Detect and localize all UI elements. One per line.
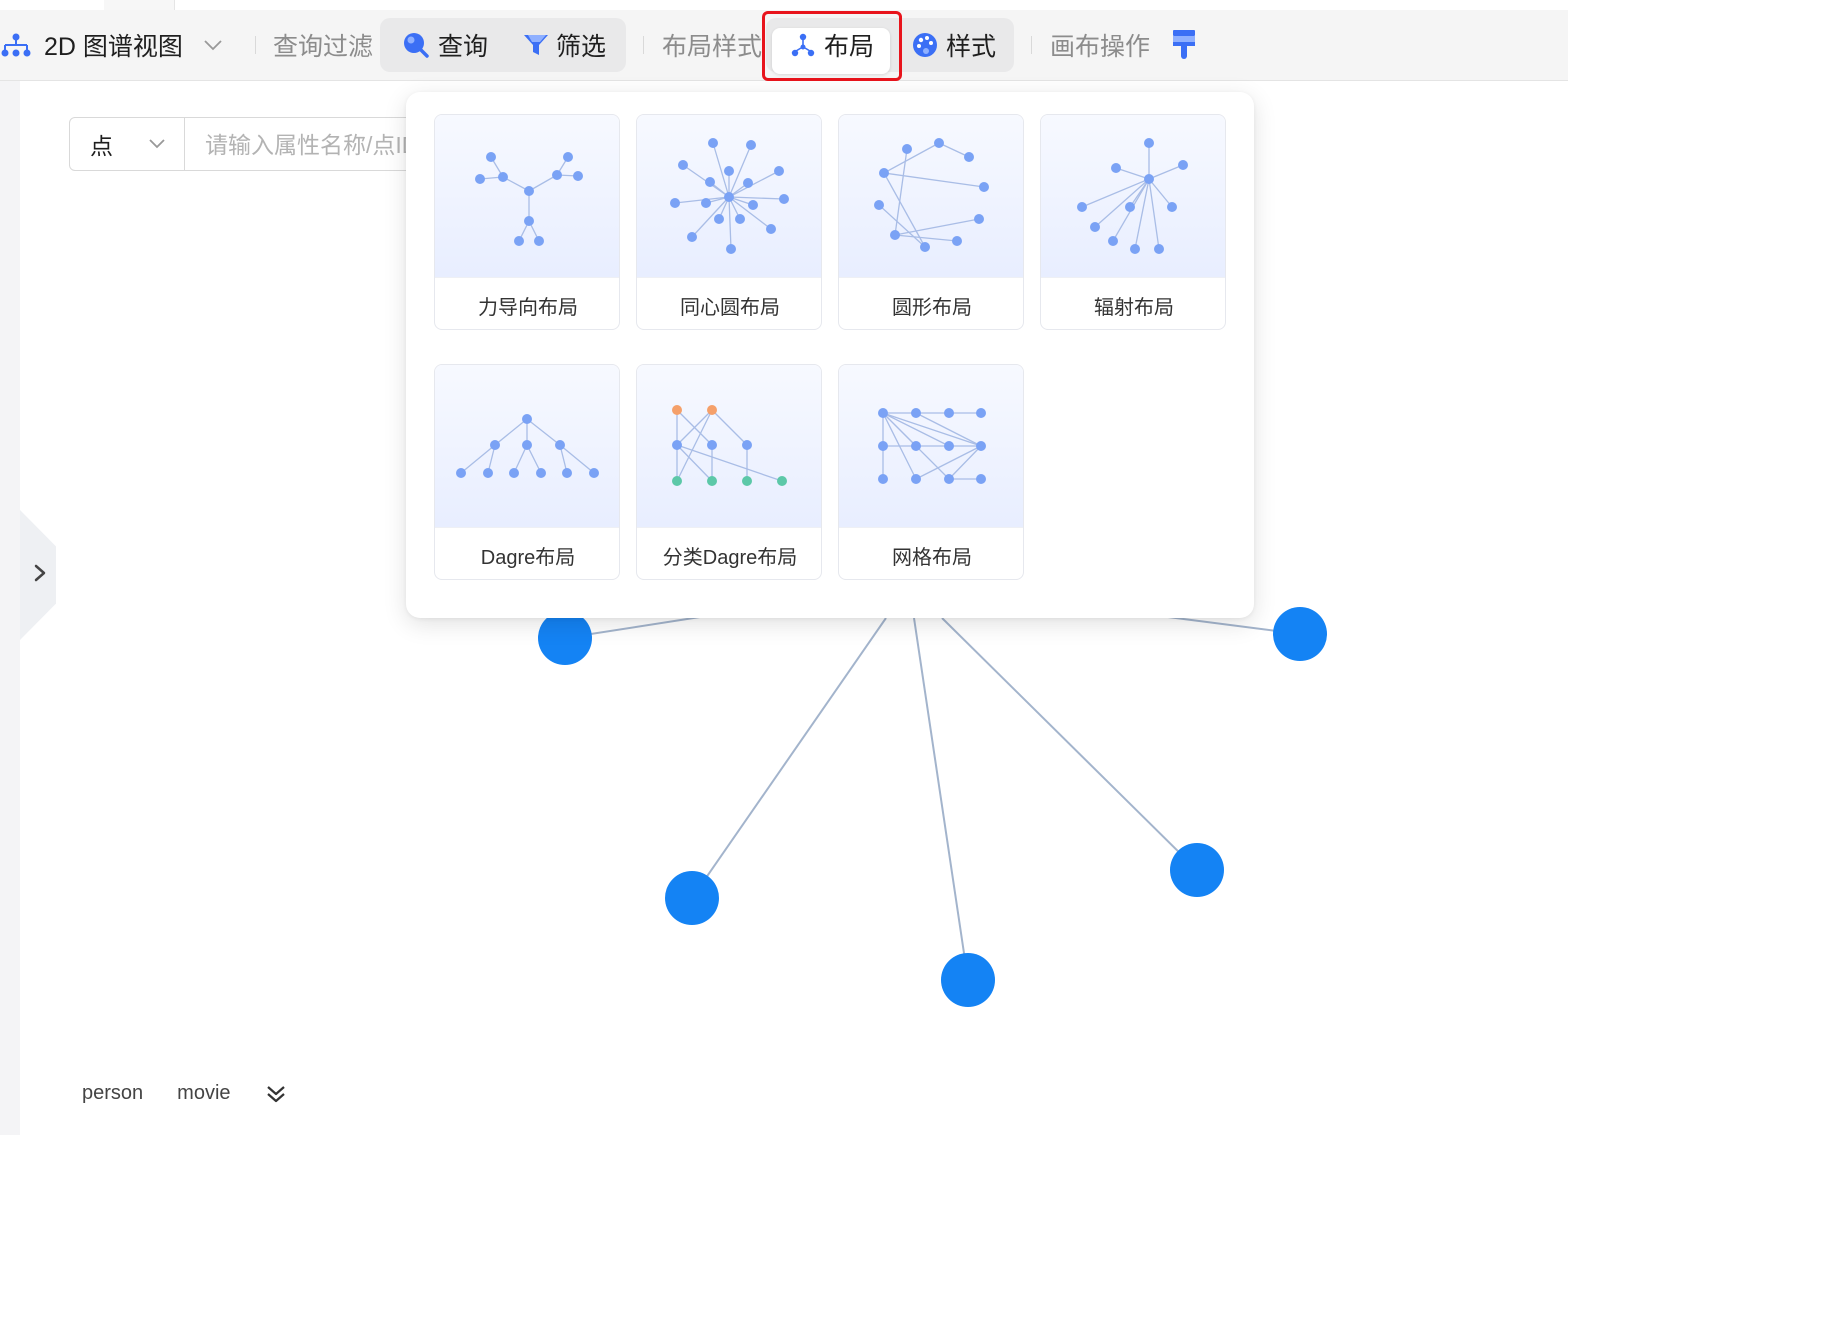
layout-option-label: 力导向布局 — [435, 277, 619, 329]
layout-option-force[interactable]: 力导向布局 — [434, 114, 620, 330]
layout-option-label: 同心圆布局 — [637, 277, 821, 329]
style-label: 样式 — [946, 33, 997, 61]
layout-option-concentric[interactable]: 同心圆布局 — [636, 114, 822, 330]
divider — [1031, 36, 1032, 54]
layout-option-radial[interactable]: 辐射布局 — [1040, 114, 1226, 330]
node-legend: person movie — [82, 1082, 287, 1105]
view-switcher[interactable]: 2D 图谱视图 — [0, 18, 223, 72]
search-bar: 点 — [69, 117, 431, 171]
graph-node[interactable] — [665, 871, 719, 925]
layout-option-category-dagre[interactable]: 分类Dagre布局 — [636, 364, 822, 580]
search-type-select[interactable]: 点 — [70, 118, 185, 170]
layout-option-label: Dagre布局 — [435, 527, 619, 579]
circular-layout-thumbnail — [839, 115, 1023, 277]
layout-popover: 力导向布局 同心圆布局 圆形布局 辐射布局 Dagre布局 分类Dagre布局 … — [406, 92, 1254, 618]
graph-edge — [913, 617, 969, 981]
view-label: 2D 图谱视图 — [44, 33, 183, 61]
layout-option-label: 辐射布局 — [1041, 277, 1225, 329]
layout-option-dagre[interactable]: Dagre布局 — [434, 364, 620, 580]
canvas-ops-group-label: 画布操作 — [1050, 33, 1151, 61]
graph-node[interactable] — [1170, 843, 1224, 897]
search-type-value: 点 — [90, 133, 113, 159]
graph-node[interactable] — [941, 953, 995, 1007]
query-label: 查询 — [438, 33, 489, 61]
palette-icon — [913, 33, 937, 57]
graph-edge — [941, 617, 1198, 871]
graph-edges — [564, 616, 1301, 981]
category-dagre-layout-thumbnail — [637, 365, 821, 527]
graph-node[interactable] — [538, 611, 592, 665]
graph-node[interactable] — [1273, 607, 1327, 661]
brush-icon — [1173, 30, 1195, 59]
concentric-layout-thumbnail — [637, 115, 821, 277]
funnel-icon — [524, 35, 548, 55]
layout-option-circular[interactable]: 圆形布局 — [838, 114, 1024, 330]
query-button[interactable]: 查询 — [402, 18, 488, 72]
search-input[interactable] — [185, 118, 430, 170]
double-chevron-down-icon[interactable] — [265, 1083, 287, 1105]
grid-layout-thumbnail — [839, 365, 1023, 527]
chevron-down-icon — [149, 139, 165, 149]
chevron-right-icon[interactable] — [28, 558, 52, 588]
layout-button-highlight — [762, 11, 902, 81]
force-layout-thumbnail — [435, 115, 619, 277]
filter-label: 筛选 — [556, 33, 607, 61]
filter-button[interactable]: 筛选 — [522, 18, 606, 72]
left-rail — [0, 81, 20, 1135]
search-icon — [404, 33, 429, 58]
graph-view-icon — [1, 33, 31, 57]
layout-option-label: 圆形布局 — [839, 277, 1023, 329]
chevron-down-icon — [204, 40, 222, 51]
divider — [643, 36, 644, 54]
graph-edge — [691, 617, 887, 899]
layout-option-grid[interactable]: 网格布局 — [838, 364, 1024, 580]
style-button[interactable]: 样式 — [912, 18, 996, 72]
layout-style-group-label: 布局样式 — [662, 33, 763, 61]
graph-nodes — [538, 607, 1327, 1007]
layout-option-label: 网格布局 — [839, 527, 1023, 579]
query-filter-group-label: 查询过滤 — [273, 33, 374, 61]
brush-button[interactable] — [1170, 18, 1198, 72]
legend-item-movie[interactable]: movie — [177, 1082, 230, 1105]
divider — [255, 36, 256, 54]
radial-layout-thumbnail — [1041, 115, 1225, 277]
layout-option-label: 分类Dagre布局 — [637, 527, 821, 579]
dagre-layout-thumbnail — [435, 365, 619, 527]
legend-item-person[interactable]: person — [82, 1082, 143, 1105]
